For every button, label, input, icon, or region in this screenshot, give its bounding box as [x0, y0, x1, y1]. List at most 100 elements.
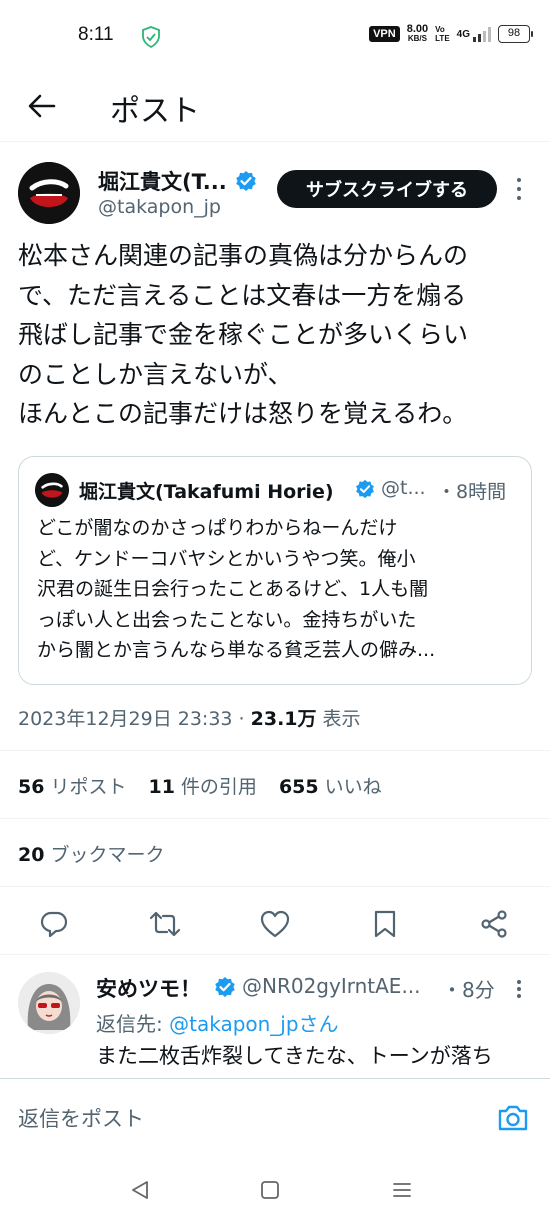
reply-text: また二枚舌炸裂してきたな、トーンが落ち: [96, 1044, 493, 1068]
repost-button[interactable]: [147, 906, 183, 942]
post-meta: 2023年12月29日 23:33 · 23.1万 表示: [18, 704, 361, 731]
camera-button[interactable]: [496, 1101, 530, 1135]
more-vertical-icon-dot: [517, 186, 521, 191]
likes-label: いいね: [324, 776, 382, 798]
post-date: 2023年12月29日 23:33 ·: [18, 708, 251, 730]
status-indicators: VPN 8.00 KB/S Vo LTE 4G 98: [369, 24, 533, 44]
network-speed-unit: KB/S: [407, 34, 427, 43]
more-options-button[interactable]: [510, 176, 528, 202]
quoted-author-avatar: [35, 473, 69, 507]
shave-logo-icon: [35, 473, 69, 507]
network-speed-value: 8.00: [406, 23, 429, 35]
network-type: 4G: [456, 28, 470, 40]
divider: [0, 954, 550, 955]
verified-badge-icon: [215, 977, 235, 997]
reply-author-handle[interactable]: @NR02gyIrntAE...: [242, 974, 432, 998]
vpn-badge: VPN: [369, 26, 400, 42]
tweet-line: で、ただ言えることは文春は一方を煽る: [18, 280, 467, 310]
quoted-line: ど、ケンドーコバヤシとかいうやつ笑。俺小: [37, 547, 416, 570]
back-button[interactable]: [22, 88, 62, 124]
replying-to: 返信先: @takapon_jpさん: [96, 1008, 339, 1037]
more-vertical-icon: [517, 979, 521, 984]
reply-input[interactable]: 返信をポスト: [18, 1103, 144, 1133]
share-icon: [481, 910, 507, 938]
status-bar: 8:11 VPN 8.00 KB/S Vo LTE 4G 98: [0, 0, 550, 70]
post-actions: [0, 898, 550, 950]
battery-indicator: 98: [498, 25, 533, 43]
verified-badge-icon: [236, 171, 256, 191]
replying-to-prefix: 返信先:: [96, 1012, 170, 1036]
heart-icon: [260, 910, 290, 938]
volte-bottom: LTE: [435, 34, 450, 43]
verified-badge-icon: [356, 479, 374, 499]
quoted-author-handle: @t...: [381, 477, 426, 499]
shield-check-icon: [142, 26, 160, 48]
likes-stat[interactable]: 655 いいね: [279, 772, 382, 799]
reply-time: ・8分: [442, 978, 495, 1002]
tweet-line: ほんとこの記事だけは怒りを覚えるわ。: [18, 399, 468, 428]
author-name[interactable]: 堀江貴文(T...: [98, 166, 227, 196]
network-speed: 8.00 KB/S: [407, 24, 428, 44]
arrow-left-icon: [28, 94, 56, 118]
replying-to-user-link[interactable]: @takapon_jpさん: [169, 1012, 338, 1036]
views-label: 表示: [316, 708, 361, 730]
reply-compose-bar: 返信をポスト: [0, 1078, 550, 1158]
repost-icon: [149, 911, 181, 937]
engagement-stats: 56 リポスト 11 件の引用 655 いいね: [18, 772, 382, 799]
reposts-count: 56: [18, 776, 45, 798]
quoted-author-name: 堀江貴文(Takafumi Horie): [79, 481, 334, 503]
quotes-count: 11: [148, 776, 175, 798]
reply-more-button[interactable]: [512, 978, 526, 1000]
author-avatar[interactable]: [18, 162, 80, 224]
reply-author-name[interactable]: 安めツモ！: [96, 973, 201, 1003]
subscribe-button[interactable]: サブスクライブする: [277, 170, 497, 208]
reply-author-avatar[interactable]: [18, 972, 80, 1034]
signal-icon: [473, 26, 491, 42]
divider: [0, 886, 550, 887]
volte-indicator: Vo LTE: [435, 25, 450, 43]
reply-bubble-icon: [40, 911, 68, 938]
bookmarks-label: ブックマーク: [50, 844, 165, 866]
views-count: 23.1万: [250, 708, 317, 730]
reposts-label: リポスト: [50, 776, 127, 798]
divider: [0, 818, 550, 819]
divider: [0, 750, 550, 751]
share-button[interactable]: [476, 906, 512, 942]
author-handle[interactable]: @takapon_jp: [98, 196, 221, 218]
tweet-line: 飛ばし記事で金を稼ぐことが多いくらい: [18, 320, 469, 349]
square-home-icon: [261, 1181, 279, 1199]
more-vertical-icon-dot: [517, 986, 521, 991]
volte-top: Vo: [435, 25, 445, 34]
quoted-post-card[interactable]: 堀江貴文(Takafumi Horie) @t... ・8時間 どこが闇なのかさ…: [18, 456, 532, 685]
bookmark-button[interactable]: [367, 906, 403, 942]
page-title: ポスト: [110, 94, 200, 129]
nav-menu-button[interactable]: [388, 1176, 416, 1204]
reply-button[interactable]: [36, 906, 72, 942]
camera-icon: [498, 1105, 528, 1131]
more-vertical-icon: [517, 178, 521, 183]
likes-count: 655: [278, 776, 319, 798]
quoted-post-text: どこが闇なのかさっぱりわからねーんだけ ど、ケンドーコバヤシとかいうやつ笑。俺小…: [37, 513, 519, 666]
nav-home-button[interactable]: [256, 1176, 284, 1204]
quoted-line: っぽい人と出会ったことない。金持ちがいた: [37, 608, 417, 631]
bookmarks-stat[interactable]: 20 ブックマーク: [18, 840, 164, 867]
more-vertical-icon-dot: [517, 195, 521, 200]
shave-logo-icon: [18, 162, 80, 224]
reposts-stat[interactable]: 56 リポスト: [18, 772, 126, 799]
like-button[interactable]: [257, 906, 293, 942]
quotes-label: 件の引用: [180, 776, 257, 798]
quotes-stat[interactable]: 11 件の引用: [148, 772, 256, 799]
quoted-line: から闇とか言うんなら単なる貧乏芸人の僻み...: [37, 639, 436, 661]
tweet-text: 松本さん関連の記事の真偽は分からんの で、ただ言えることは文春は一方を煽る 飛ば…: [18, 236, 538, 434]
app-header: ポスト: [0, 70, 550, 142]
tweet-line: 松本さん関連の記事の真偽は分からんの: [18, 241, 469, 270]
bookmark-icon: [374, 910, 396, 938]
tweet-line: のことしか言えないが、: [18, 359, 293, 389]
bookmarks-count: 20: [18, 844, 45, 866]
anime-avatar-icon: [18, 972, 80, 1034]
quoted-line: 沢君の誕生日会行ったことあるけど、1人も闇: [37, 578, 429, 600]
nav-back-button[interactable]: [126, 1176, 154, 1204]
quoted-post-time: ・8時間: [437, 481, 507, 503]
triangle-back-icon: [132, 1181, 148, 1199]
quoted-line: どこが闇なのかさっぱりわからねーんだけ: [37, 517, 398, 539]
